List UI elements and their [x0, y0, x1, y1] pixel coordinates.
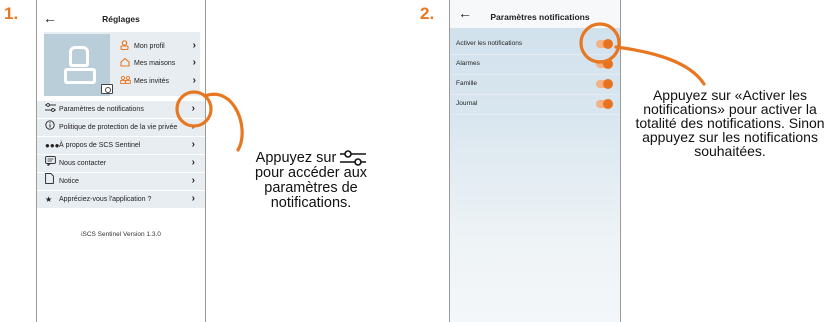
callout-text-before-icon: Appuyez sur [255, 149, 337, 166]
instruction-callout-2: Appuyez sur «Activer les notifications» … [635, 87, 825, 159]
instruction-callout-1: Appuyez sur pour accéder aux paramètres … [246, 150, 376, 211]
highlight-circle-2 [579, 22, 621, 64]
sliders-icon [340, 150, 367, 166]
callout-text-after-icon: pour accéder aux paramètres de notificat… [254, 165, 368, 211]
annotation-overlay [175, 22, 706, 152]
connector-line-2 [614, 45, 706, 86]
